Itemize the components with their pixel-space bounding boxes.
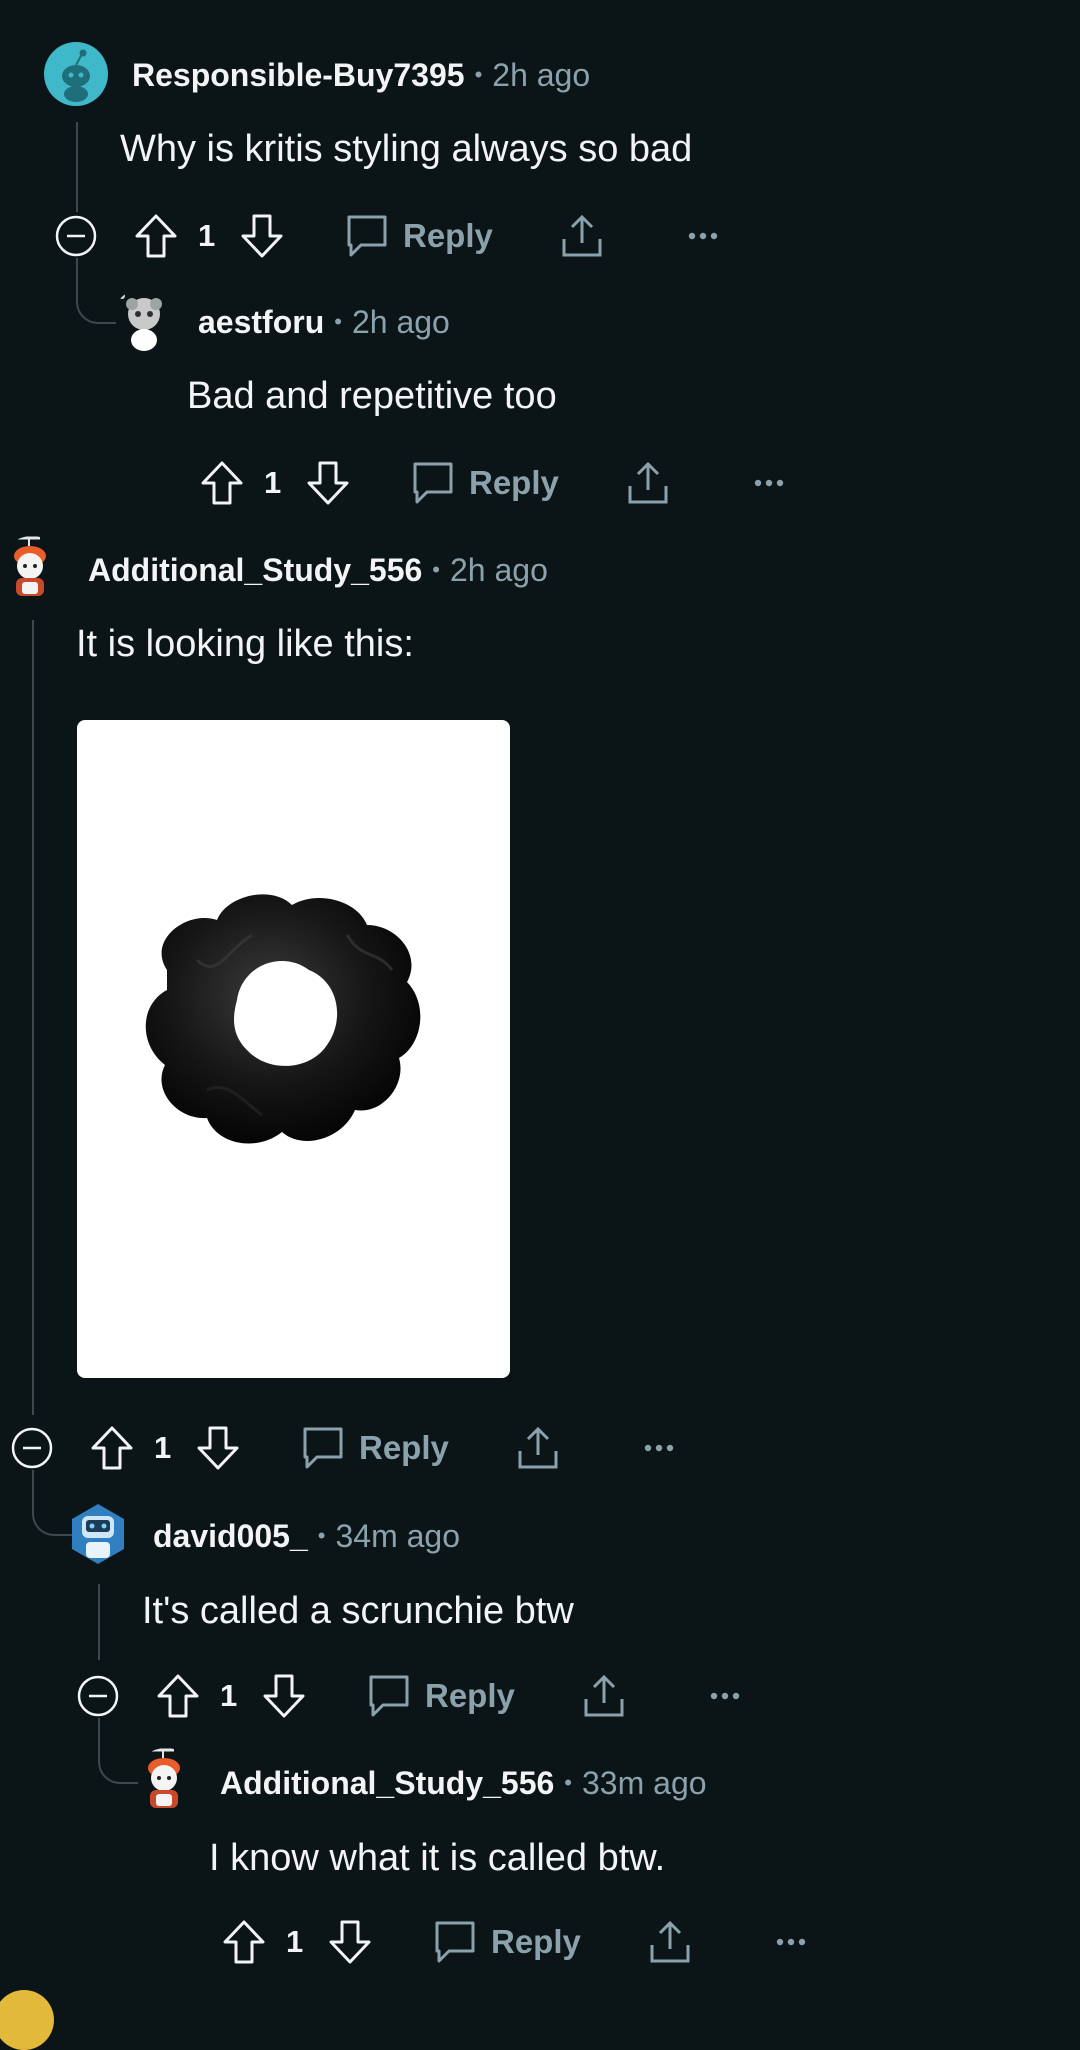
comment-icon[interactable] — [366, 1672, 412, 1720]
comment-text: I know what it is called btw. — [209, 1837, 666, 1879]
avatar[interactable] — [134, 1748, 198, 1812]
timestamp: 2h ago — [351, 303, 450, 340]
comment-meta: Additional_Study_556 • 2h ago — [88, 550, 548, 590]
upvote-icon[interactable] — [132, 212, 180, 260]
more-icon[interactable] — [638, 1424, 680, 1472]
username[interactable]: Additional_Study_556 — [88, 552, 422, 589]
timestamp: 33m ago — [582, 1764, 707, 1801]
downvote-icon[interactable] — [238, 212, 286, 260]
comment-meta: Responsible-Buy7395 • 2h ago — [132, 55, 590, 95]
reply-button[interactable]: Reply — [469, 455, 559, 511]
comment-meta: Additional_Study_556 • 33m ago — [220, 1763, 707, 1803]
thread-line — [76, 122, 78, 212]
comment-icon[interactable] — [432, 1918, 478, 1966]
next-comment-avatar — [0, 1990, 54, 2050]
vote-score: 1 — [264, 465, 282, 500]
avatar[interactable] — [0, 536, 64, 600]
scrunchie-image — [145, 894, 421, 1144]
separator-dot: • — [432, 557, 440, 582]
reply-button[interactable]: Reply — [403, 208, 493, 264]
share-icon[interactable] — [580, 1672, 628, 1720]
thread-connector — [98, 1718, 138, 1784]
reply-button[interactable]: Reply — [359, 1420, 449, 1476]
separator-dot: • — [334, 309, 342, 334]
more-icon[interactable] — [748, 459, 790, 507]
more-icon[interactable] — [770, 1918, 812, 1966]
vote-score: 1 — [198, 218, 216, 253]
comment-text: Bad and repetitive too — [187, 375, 557, 417]
downvote-icon[interactable] — [194, 1424, 242, 1472]
vote-score: 1 — [154, 1430, 172, 1465]
comment-text: It's called a scrunchie btw — [142, 1590, 574, 1632]
thread-connector — [76, 258, 116, 324]
upvote-icon[interactable] — [154, 1672, 202, 1720]
avatar[interactable] — [44, 42, 108, 106]
comment-actions: 1 Reply — [10, 1420, 710, 1476]
share-icon[interactable] — [624, 459, 672, 507]
comment-actions: 1 Reply — [76, 1914, 836, 1970]
collapse-icon[interactable] — [10, 1426, 54, 1470]
reply-button[interactable]: Reply — [491, 1914, 581, 1970]
thread-line — [98, 1584, 100, 1660]
downvote-icon[interactable] — [260, 1672, 308, 1720]
collapse-icon[interactable] — [54, 214, 98, 258]
comment-meta: aestforu • 2h ago — [198, 302, 450, 342]
username[interactable]: aestforu — [198, 304, 324, 341]
timestamp: 34m ago — [335, 1517, 460, 1554]
comment-image[interactable] — [77, 720, 510, 1378]
reply-button[interactable]: Reply — [425, 1668, 515, 1724]
comment-icon[interactable] — [410, 459, 456, 507]
share-icon[interactable] — [558, 212, 606, 260]
timestamp: 2h ago — [492, 56, 591, 93]
username[interactable]: david005_ — [153, 1518, 308, 1555]
more-icon[interactable] — [704, 1672, 746, 1720]
timestamp: 2h ago — [450, 551, 548, 588]
share-icon[interactable] — [514, 1424, 562, 1472]
comment-text: It is looking like this: — [76, 623, 414, 665]
comment-text: Why is kritis styling always so bad — [120, 128, 693, 170]
comment-icon[interactable] — [300, 1424, 346, 1472]
avatar[interactable] — [112, 288, 176, 352]
share-icon[interactable] — [646, 1918, 694, 1966]
avatar[interactable] — [66, 1502, 130, 1566]
comment-meta: david005_ • 34m ago — [153, 1516, 460, 1556]
username[interactable]: Responsible-Buy7395 — [132, 57, 465, 94]
username[interactable]: Additional_Study_556 — [220, 1765, 554, 1802]
comment-actions: 1 Reply — [76, 1668, 776, 1724]
comment-icon[interactable] — [344, 212, 390, 260]
comment-actions: 1 Reply — [54, 455, 814, 511]
downvote-icon[interactable] — [304, 459, 352, 507]
upvote-icon[interactable] — [220, 1918, 268, 1966]
comment-actions: 1 Reply — [54, 208, 754, 264]
separator-dot: • — [564, 1770, 572, 1795]
vote-score: 1 — [220, 1678, 238, 1713]
vote-score: 1 — [286, 1924, 304, 1959]
downvote-icon[interactable] — [326, 1918, 374, 1966]
separator-dot: • — [474, 62, 483, 87]
upvote-icon[interactable] — [88, 1424, 136, 1472]
collapse-icon[interactable] — [76, 1674, 120, 1718]
more-icon[interactable] — [682, 212, 724, 260]
thread-line — [32, 620, 34, 1415]
upvote-icon[interactable] — [198, 459, 246, 507]
separator-dot: • — [317, 1523, 326, 1548]
